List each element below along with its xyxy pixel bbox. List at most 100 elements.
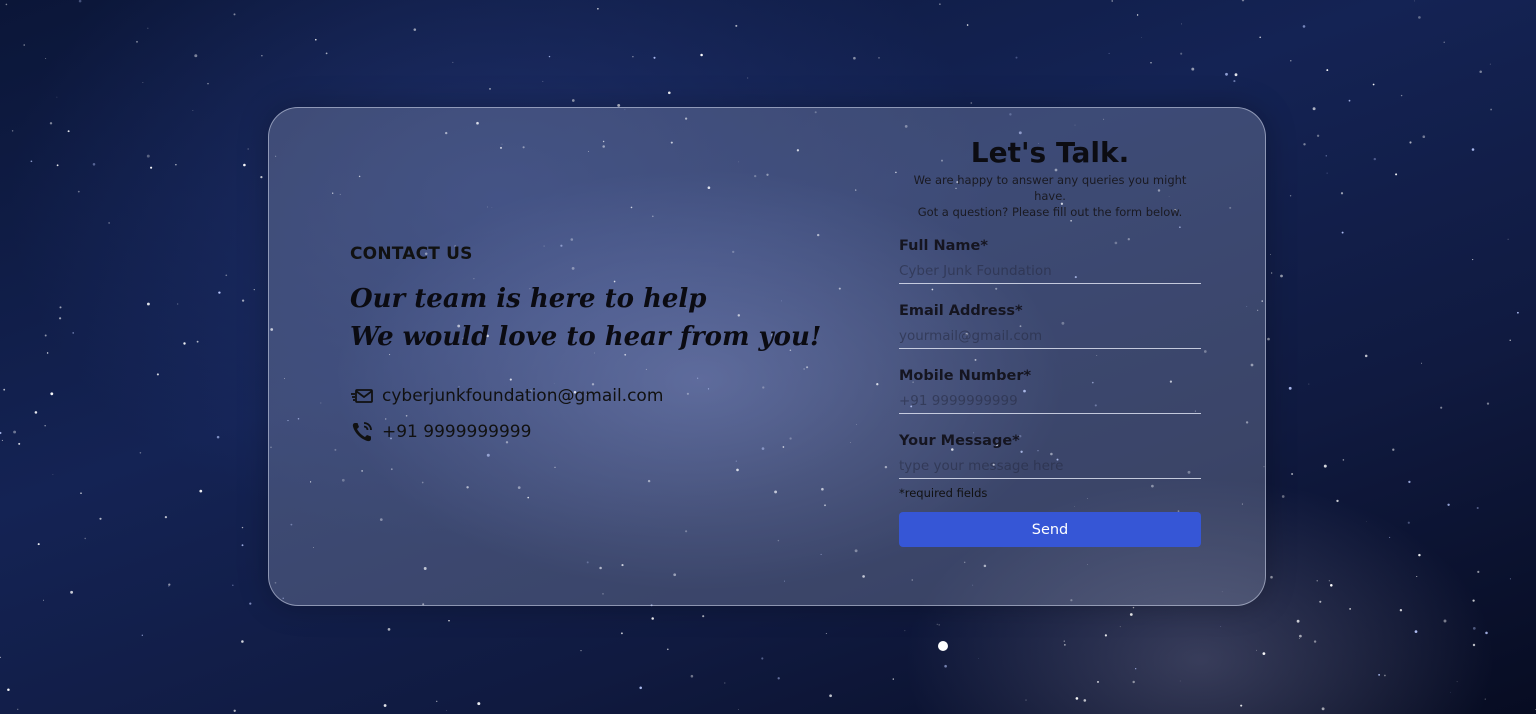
star [34, 411, 38, 414]
star [30, 160, 33, 163]
star [58, 317, 62, 320]
full-name-input[interactable] [899, 258, 1201, 284]
phone-row: +91 9999999999 [350, 420, 830, 444]
star [1132, 606, 1135, 609]
star [1384, 674, 1386, 677]
star [735, 24, 738, 27]
star [1472, 259, 1474, 261]
star [325, 52, 328, 55]
bright-star [938, 641, 948, 651]
star [853, 56, 856, 60]
tagline-line-2: We would love to hear from you! [350, 322, 822, 352]
star [1323, 464, 1327, 468]
star [1348, 99, 1351, 102]
star [13, 430, 17, 434]
star [1421, 362, 1423, 364]
star [168, 585, 170, 587]
star [43, 599, 44, 601]
star [904, 630, 906, 632]
mobile-field: Mobile Number* [899, 366, 1201, 414]
star [136, 40, 138, 43]
star [1267, 337, 1270, 341]
star [1443, 41, 1445, 43]
star [233, 709, 236, 712]
star [1233, 80, 1236, 83]
star [761, 657, 764, 660]
star [177, 303, 179, 305]
star [1104, 634, 1107, 637]
star [1330, 584, 1333, 587]
star [1303, 143, 1306, 146]
star [52, 474, 54, 475]
phone-call-icon [350, 420, 374, 444]
star [1220, 626, 1222, 628]
email-row: cyberjunkfoundation@gmail.com [350, 384, 830, 408]
star [1341, 231, 1344, 234]
star [37, 543, 40, 546]
star [1326, 172, 1328, 174]
star [196, 340, 199, 343]
contact-heading: CONTACT US [350, 244, 473, 264]
star [1259, 36, 1262, 39]
star [1422, 135, 1426, 138]
star [413, 28, 417, 31]
star [194, 54, 198, 58]
star [59, 306, 62, 309]
star [1366, 521, 1367, 522]
star [1517, 311, 1519, 314]
star [477, 702, 481, 706]
star [1325, 155, 1327, 157]
star [1141, 37, 1142, 38]
star [7, 688, 10, 691]
star [67, 130, 70, 133]
star [639, 686, 642, 690]
star [1416, 576, 1418, 577]
star [1372, 83, 1375, 86]
star [1, 439, 3, 441]
star [571, 99, 575, 102]
star [620, 632, 623, 635]
star [1179, 680, 1181, 682]
star [1407, 521, 1410, 524]
star [1486, 402, 1490, 405]
star [1312, 107, 1316, 111]
email-link[interactable]: cyberjunkfoundation@gmail.com [382, 386, 663, 406]
star [970, 102, 973, 104]
send-button[interactable]: Send [899, 512, 1201, 547]
star [1418, 16, 1421, 19]
star [1269, 254, 1271, 255]
star [261, 55, 263, 57]
star [45, 58, 47, 59]
star [17, 708, 19, 710]
star [1302, 25, 1306, 28]
star [44, 334, 47, 337]
star [3, 388, 6, 391]
star [0, 656, 1, 659]
star [1290, 60, 1292, 62]
star [1064, 644, 1066, 646]
tagline: Our team is here to help We would love t… [350, 280, 830, 356]
star [1316, 580, 1318, 582]
email-input[interactable] [899, 323, 1201, 349]
star [737, 709, 739, 710]
form-subtitle-line-1: We are happy to answer any queries you m… [913, 173, 1187, 203]
star [938, 624, 940, 626]
star [1443, 619, 1447, 623]
star [597, 8, 599, 10]
email-label: Email Address* [899, 303, 1023, 319]
star [315, 38, 317, 41]
star [232, 584, 234, 587]
star [1472, 599, 1475, 602]
phone-link[interactable]: +91 9999999999 [382, 422, 531, 442]
star [1316, 134, 1320, 137]
star [542, 80, 544, 82]
star [0, 431, 2, 435]
star [243, 163, 246, 167]
message-input[interactable] [899, 453, 1201, 479]
star [1373, 157, 1377, 161]
star [939, 3, 941, 5]
star [1479, 70, 1482, 74]
mobile-input[interactable] [899, 388, 1201, 414]
star [56, 96, 58, 98]
star [1299, 634, 1302, 638]
